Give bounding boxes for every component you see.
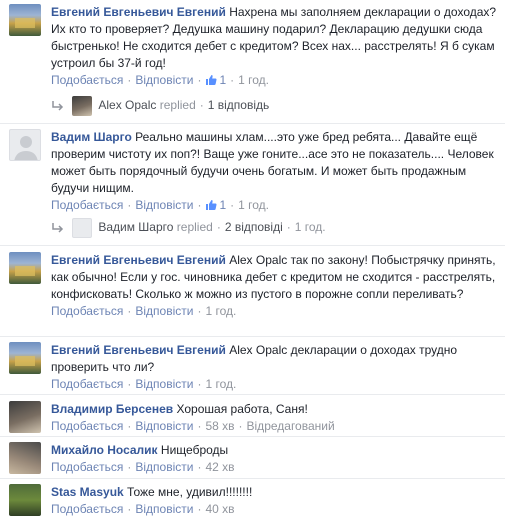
comment-text: Нищеброды [160, 443, 229, 457]
comment-time[interactable]: 1 год. [205, 377, 236, 391]
replies-summary[interactable]: Вадим Шарго replied · 2 відповіді · 1 год. [51, 215, 326, 239]
thumbs-up-icon [206, 200, 217, 210]
comment-author[interactable]: Владимир Берсенев [51, 402, 173, 416]
comment-time[interactable]: 42 хв [205, 460, 234, 474]
divider [0, 245, 505, 246]
reply-arrow-icon [52, 100, 64, 111]
default-avatar-icon [14, 136, 38, 160]
reply-author[interactable]: Вадим Шарго [98, 220, 173, 234]
like-count[interactable]: 1 [205, 198, 226, 212]
reply-arrow-icon [52, 222, 64, 233]
divider [0, 478, 505, 479]
comment-actions: Подобається · Відповісти · 1 год. [51, 304, 237, 318]
reply-button[interactable]: Відповісти [135, 73, 193, 87]
comment-actions: Подобається · Відповісти · 40 хв [51, 502, 235, 516]
comment-author[interactable]: Евгений Евгеньевич Евгений [51, 343, 226, 357]
comment-time[interactable]: 1 год. [205, 304, 236, 318]
like-button[interactable]: Подобається [51, 460, 123, 474]
thumbs-up-icon [206, 75, 217, 85]
comment-actions: Подобається · Відповісти · 42 хв [51, 460, 235, 474]
comment-text: Хорошая работа, Саня! [176, 402, 308, 416]
avatar[interactable] [9, 252, 41, 284]
reply-button[interactable]: Відповісти [135, 419, 193, 433]
reply-author[interactable]: Alex Opalc [98, 98, 156, 112]
comment-actions: Подобається · Відповісти · 58 хв · Відредагова… [51, 419, 335, 433]
avatar[interactable] [9, 129, 41, 161]
reply-button[interactable]: Відповісти [135, 304, 193, 318]
comment-time[interactable]: 58 хв [205, 419, 234, 433]
comment-author[interactable]: Stas Masyuk [51, 485, 124, 499]
avatar[interactable] [9, 484, 41, 516]
comment-time[interactable]: 1 год. [238, 73, 269, 87]
replied-label: replied [176, 220, 213, 234]
comment-text: Тоже мне, удивил!!!!!!!! [127, 485, 253, 499]
replies-count[interactable]: 1 відповідь [208, 98, 270, 112]
avatar[interactable] [9, 442, 41, 474]
avatar[interactable] [9, 342, 41, 374]
like-button[interactable]: Подобається [51, 304, 123, 318]
reply-button[interactable]: Відповісти [135, 460, 193, 474]
divider [0, 394, 505, 395]
replies-summary[interactable]: Alex Opalc replied · 1 відповідь [51, 93, 269, 117]
like-button[interactable]: Подобається [51, 73, 123, 87]
avatar[interactable] [9, 4, 41, 36]
reply-button[interactable]: Відповісти [135, 502, 193, 516]
replied-label: replied [159, 98, 196, 112]
edited-label[interactable]: Відредагований [247, 419, 335, 433]
replies-count[interactable]: 2 відповіді [225, 220, 283, 234]
comment-author[interactable]: Евгений Евгеньевич Евгений [51, 5, 226, 19]
comment-actions: Подобається · Відповісти · 1 год. [51, 377, 237, 391]
divider [0, 123, 505, 124]
like-button[interactable]: Подобається [51, 198, 123, 212]
reply-button[interactable]: Відповісти [135, 377, 193, 391]
comment-time[interactable]: 1 год. [238, 198, 269, 212]
comment-time[interactable]: 40 хв [205, 502, 234, 516]
reply-avatar [72, 217, 93, 238]
comment-author[interactable]: Евгений Евгеньевич Евгений [51, 253, 226, 267]
comment-author[interactable]: Михайло Носалик [51, 443, 158, 457]
divider [0, 336, 505, 337]
divider [0, 436, 505, 437]
like-button[interactable]: Подобається [51, 502, 123, 516]
like-count[interactable]: 1 [205, 73, 226, 87]
reply-avatar [72, 95, 93, 116]
comment-actions: Подобається · Відповісти · 1 · 1 год. [51, 198, 270, 212]
reply-button[interactable]: Відповісти [135, 198, 193, 212]
like-button[interactable]: Подобається [51, 419, 123, 433]
comment-actions: Подобається · Відповісти · 1 · 1 год. [51, 73, 270, 87]
reply-time[interactable]: 1 год. [295, 220, 326, 234]
like-button[interactable]: Подобається [51, 377, 123, 391]
comment-author[interactable]: Вадим Шарго [51, 130, 132, 144]
avatar[interactable] [9, 401, 41, 433]
